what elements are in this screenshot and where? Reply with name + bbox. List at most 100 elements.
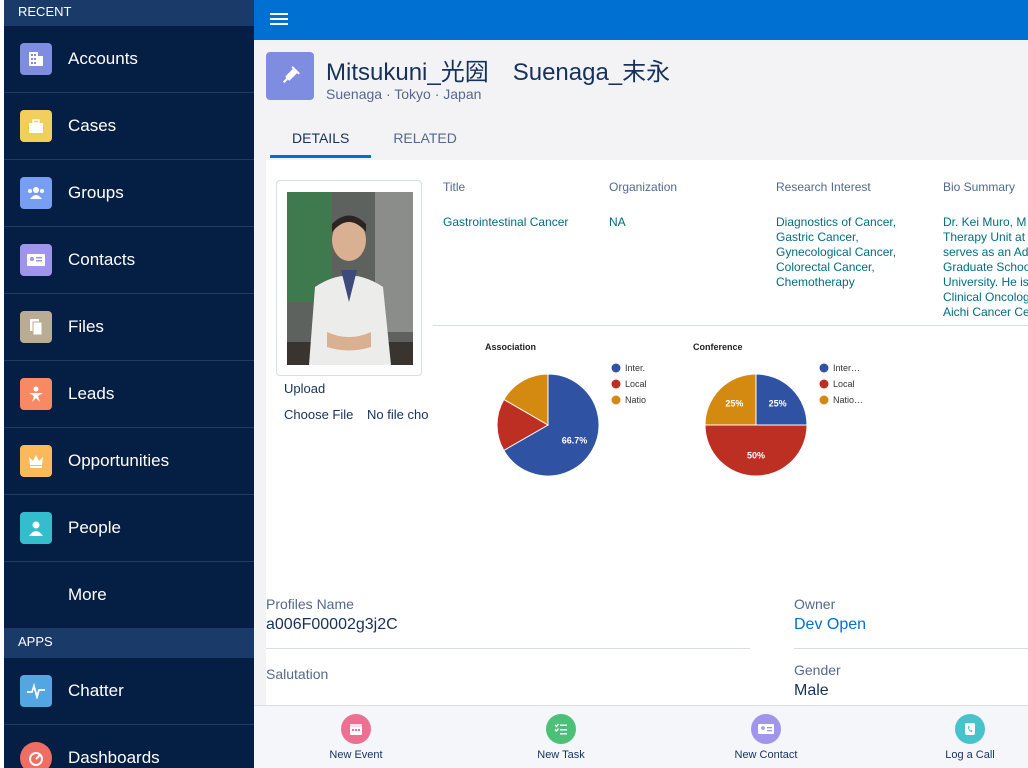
conference-chart: Conference 25% Inter… 50% Local 25% Natio…	[684, 338, 884, 483]
research-interest-column: Research Interest Diagnostics of Cancer,…	[776, 180, 936, 290]
action-label: New Contact	[734, 749, 798, 761]
bio-summary-column: Bio Summary Dr. Kei Muro, M Therapy Unit…	[943, 180, 1028, 318]
sidebar-item-leads[interactable]: Leads	[4, 361, 254, 428]
bio-line: University. He is	[943, 275, 1028, 289]
new-event-button[interactable]: New Event	[306, 714, 406, 761]
bio-summary-header: Bio Summary	[943, 180, 1016, 194]
organization-value: NA	[609, 215, 626, 229]
legend-label: Local	[625, 379, 647, 389]
pie-data-label: 66.7%	[562, 435, 588, 445]
contact-card-icon	[751, 714, 781, 744]
new-contact-button[interactable]: New Contact	[716, 714, 816, 761]
association-pie: 66.7% Inter. Local Natio	[496, 363, 647, 477]
bio-line: Therapy Unit at	[943, 230, 1026, 244]
legend-dot	[819, 395, 829, 405]
cases-icon	[20, 110, 52, 142]
bio-line: Dr. Kei Muro, M	[943, 215, 1027, 229]
sidebar-item-accounts[interactable]: Accounts	[4, 26, 254, 93]
research-interest-header: Research Interest	[776, 180, 871, 194]
organization-header: Organization	[609, 180, 678, 194]
sidebar-item-label: Accounts	[68, 49, 138, 68]
pie-data-label: 25%	[725, 398, 743, 408]
sidebar: RECENT Accounts Cases Groups Contacts Fi…	[4, 0, 254, 768]
legend-dot	[819, 379, 829, 389]
association-chart: Association 66.7% Inter. Local Natio	[476, 338, 676, 483]
field-divider	[794, 648, 1028, 649]
record-header: Mitsukuni_光圀 Suenaga_末永 Suenaga · Tokyo …	[266, 52, 1016, 104]
owner-label: Owner	[794, 596, 836, 612]
sidebar-item-chatter[interactable]: Chatter	[4, 658, 254, 725]
legend-dot	[611, 363, 621, 373]
accounts-icon	[20, 43, 52, 75]
file-status: No file cho	[367, 407, 429, 422]
phone-icon	[955, 714, 985, 744]
research-interest-item: Colorectal Cancer,	[776, 260, 875, 274]
chatter-icon	[20, 675, 52, 707]
sidebar-item-more[interactable]: More	[4, 562, 254, 629]
opportunities-icon	[20, 445, 52, 477]
legend-label: Local	[833, 379, 855, 389]
sidebar-item-people[interactable]: People	[4, 495, 254, 562]
sidebar-item-opportunities[interactable]: Opportunities	[4, 428, 254, 495]
gender-value: Male	[794, 682, 829, 699]
tab-details[interactable]: DETAILS	[270, 122, 372, 158]
sidebar-item-label: More	[68, 585, 107, 604]
profile-photo-frame	[276, 180, 422, 376]
gender-label: Gender	[794, 662, 841, 678]
action-label: New Task	[537, 749, 585, 761]
research-interest-item: Gastric Cancer,	[776, 230, 859, 244]
organization-column: Organization NA	[609, 180, 759, 230]
title-value: Gastrointestinal Cancer	[443, 215, 569, 229]
log-a-call-button[interactable]: Log a Call	[920, 714, 1020, 761]
sidebar-item-label: Groups	[68, 183, 124, 202]
action-label: New Event	[329, 749, 383, 761]
bio-line: Aichi Cancer Ce	[943, 305, 1028, 318]
new-task-button[interactable]: New Task	[511, 714, 611, 761]
upload-label: Upload	[284, 381, 326, 396]
profiles-name-value: a006F00002g3j2C	[266, 616, 398, 633]
field-divider	[266, 648, 750, 649]
sidebar-item-contacts[interactable]: Contacts	[4, 227, 254, 294]
tab-bar: DETAILS RELATED	[270, 122, 479, 158]
profile-photo	[287, 192, 413, 365]
sidebar-item-dashboards[interactable]: Dashboards	[4, 725, 254, 768]
recent-section-header: RECENT	[4, 0, 254, 26]
choose-file-button[interactable]: Choose File	[284, 407, 353, 422]
sidebar-item-label: Dashboards	[68, 748, 160, 767]
sidebar-item-label: People	[68, 518, 121, 537]
legend-label: Natio	[625, 395, 646, 405]
sidebar-item-label: Files	[68, 317, 104, 336]
section-divider	[433, 325, 1028, 326]
tab-related[interactable]: RELATED	[371, 122, 479, 158]
legend-label: Inter.	[625, 363, 645, 373]
sidebar-item-cases[interactable]: Cases	[4, 93, 254, 160]
hamburger-menu-icon[interactable]	[270, 10, 288, 26]
legend-label: Inter…	[833, 363, 860, 373]
files-icon	[20, 311, 52, 343]
legend-dot	[611, 395, 621, 405]
groups-icon	[20, 177, 52, 209]
sidebar-item-label: Cases	[68, 116, 117, 135]
sidebar-item-label: Contacts	[68, 250, 136, 269]
bio-line: serves as an Ad	[943, 245, 1028, 259]
sidebar-item-label: Leads	[68, 384, 115, 403]
sidebar-item-files[interactable]: Files	[4, 294, 254, 361]
pie-data-label: 50%	[747, 451, 765, 461]
record-subtitle: Suenaga · Tokyo · Japan	[326, 86, 482, 102]
research-interest-item: Diagnostics of Cancer,	[776, 215, 897, 229]
file-input[interactable]: Choose File No file cho	[284, 407, 438, 422]
action-bar: New Event New Task New Contact Log a Cal…	[254, 705, 1028, 768]
bio-line: Clinical Oncolog	[943, 290, 1028, 304]
details-panel: Upload Choose File No file cho Title Gas…	[266, 160, 1028, 705]
sidebar-item-label: Opportunities	[68, 451, 170, 470]
legend-label: Natio…	[833, 395, 863, 405]
conference-pie: 25% Inter… 50% Local 25% Natio…	[704, 363, 863, 477]
contacts-icon	[20, 244, 52, 276]
salutation-label: Salutation	[266, 666, 329, 682]
owner-link[interactable]: Dev Open	[794, 616, 866, 634]
people-icon	[20, 512, 52, 544]
sidebar-item-groups[interactable]: Groups	[4, 160, 254, 227]
legend-dot	[611, 379, 621, 389]
syringe-icon	[266, 52, 314, 100]
bio-line: Graduate Schoo	[943, 260, 1028, 274]
